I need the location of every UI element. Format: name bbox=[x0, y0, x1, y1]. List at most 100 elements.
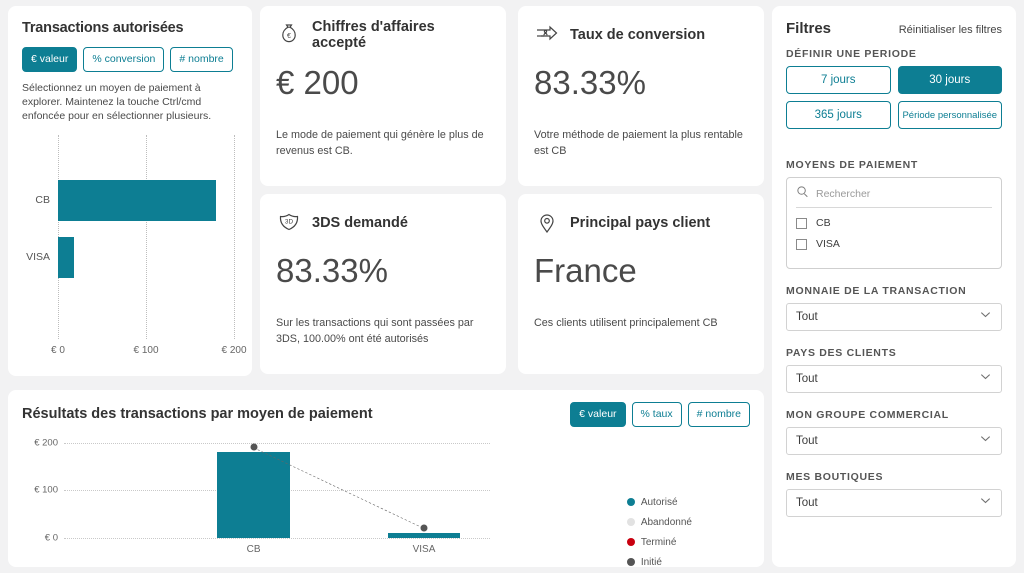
transaction-results-header: Résultats des transactions par moyen de … bbox=[22, 402, 750, 427]
initiated-trend-line bbox=[64, 443, 490, 538]
money-bag-icon: € bbox=[276, 22, 302, 48]
payment-method-option-cb[interactable]: CB bbox=[796, 217, 992, 229]
kpi-3ds-title: 3DS demandé bbox=[312, 215, 408, 231]
currency-select[interactable]: Tout bbox=[786, 303, 1002, 331]
checkbox-visa[interactable] bbox=[796, 238, 807, 250]
payment-methods-label: MOYENS DE PAIEMENT bbox=[786, 159, 919, 171]
toggle-value[interactable]: € valeur bbox=[22, 47, 78, 72]
kpi-card-conversion: Taux de conversion 83.33% Votre méthode … bbox=[518, 6, 764, 186]
kpi-revenue-description: Le mode de paiement qui génère le plus d… bbox=[276, 129, 484, 157]
results-metric-toggle-group: € valeur % taux # nombre bbox=[570, 402, 750, 427]
chart-legend: Autorisé Abandonné Terminé Initié bbox=[626, 496, 692, 573]
kpi-country-header: Principal pays client bbox=[534, 208, 748, 238]
payment-methods-search-placeholder: Rechercher bbox=[816, 188, 871, 200]
xlabel-cb: CB bbox=[246, 543, 261, 555]
gridline-200 bbox=[234, 135, 235, 340]
currency-select-value: Tout bbox=[796, 311, 818, 323]
period-section-label: DÉFINIR UNE PERIODE bbox=[786, 48, 917, 60]
toggle-count[interactable]: # nombre bbox=[170, 47, 233, 72]
payment-method-option-visa[interactable]: VISA bbox=[796, 238, 992, 250]
kpi-revenue-value: € 200 bbox=[276, 64, 359, 101]
datapoint-initiated-visa[interactable] bbox=[420, 524, 428, 532]
xtick-100: € 100 bbox=[133, 345, 159, 357]
ytick-0: € 0 bbox=[44, 532, 58, 543]
transaction-results-card: Résultats des transactions par moyen de … bbox=[8, 390, 764, 568]
legend-label-completed: Terminé bbox=[640, 536, 677, 548]
payment-method-label-cb: CB bbox=[816, 217, 831, 229]
kpi-conversion-value: 83.33% bbox=[534, 64, 646, 101]
hbar-fill-visa bbox=[58, 237, 74, 278]
client-country-select-value: Tout bbox=[796, 373, 818, 385]
kpi-conversion-description: Votre méthode de paiement la plus rentab… bbox=[534, 129, 743, 157]
shops-select-value: Tout bbox=[796, 497, 818, 509]
legend-label-authorized: Autorisé bbox=[640, 496, 678, 508]
period-365-days[interactable]: 365 jours bbox=[786, 101, 891, 129]
period-button-group: 7 jours 30 jours 365 jours Période perso… bbox=[786, 66, 1002, 129]
legend-item-completed[interactable]: Terminé bbox=[626, 536, 692, 548]
toggle-conversion[interactable]: % conversion bbox=[83, 47, 165, 72]
authorized-transactions-chart: CB VISA € 0 € 100 € 200 bbox=[22, 135, 247, 365]
hbar-label-cb: CB bbox=[35, 194, 50, 207]
map-pin-icon bbox=[534, 210, 560, 236]
chevron-down-icon bbox=[979, 308, 992, 326]
hbar-row-visa[interactable]: VISA bbox=[26, 237, 234, 278]
results-toggle-value[interactable]: € valeur bbox=[570, 402, 626, 427]
legend-item-abandoned[interactable]: Abandonné bbox=[626, 516, 692, 528]
dashboard-page: Transactions autorisées € valeur % conve… bbox=[0, 0, 1024, 573]
search-icon bbox=[796, 185, 809, 203]
kpi-country-title: Principal pays client bbox=[570, 215, 711, 231]
svg-text:€: € bbox=[287, 33, 291, 40]
commercial-group-label: MON GROUPE COMMERCIAL bbox=[786, 409, 949, 421]
client-country-select[interactable]: Tout bbox=[786, 365, 1002, 393]
kpi-card-3ds: 3D 3DS demandé 83.33% Sur les transactio… bbox=[260, 194, 506, 374]
period-7-days[interactable]: 7 jours bbox=[786, 66, 891, 94]
filters-title: Filtres bbox=[786, 20, 832, 37]
hbar-fill-cb bbox=[58, 179, 217, 221]
legend-dot-authorized bbox=[626, 498, 635, 506]
shops-label: MES BOUTIQUES bbox=[786, 471, 884, 483]
period-custom[interactable]: Période personnalisée bbox=[897, 101, 1002, 129]
kpi-card-revenue: € Chiffres d'affaires accepté € 200 Le m… bbox=[260, 6, 506, 186]
hbar-label-visa: VISA bbox=[26, 251, 50, 264]
commercial-group-select[interactable]: Tout bbox=[786, 427, 1002, 455]
kpi-3ds-value: 83.33% bbox=[276, 252, 388, 289]
kpi-3ds-header: 3D 3DS demandé bbox=[276, 208, 490, 238]
hbar-row-cb[interactable]: CB bbox=[35, 179, 234, 221]
authorized-transactions-card: Transactions autorisées € valeur % conve… bbox=[8, 6, 252, 376]
filters-panel: Filtres Réinitialiser les filtres DÉFINI… bbox=[772, 6, 1016, 567]
period-30-days[interactable]: 30 jours bbox=[897, 66, 1002, 94]
vplot-area: € 200 € 100 € 0 CB VISA bbox=[34, 437, 490, 555]
commercial-group-select-value: Tout bbox=[796, 435, 818, 447]
kpi-revenue-title: Chiffres d'affaires accepté bbox=[312, 19, 435, 51]
legend-item-authorized[interactable]: Autorisé bbox=[626, 496, 692, 508]
checkbox-cb[interactable] bbox=[796, 217, 807, 229]
legend-item-initiated[interactable]: Initié bbox=[626, 556, 692, 568]
kpi-card-country: Principal pays client France Ces clients… bbox=[518, 194, 764, 374]
payment-method-label-visa: VISA bbox=[816, 238, 840, 250]
legend-label-abandoned: Abandonné bbox=[640, 516, 692, 528]
hbar-x-axis: € 0 € 100 € 200 bbox=[51, 345, 246, 361]
legend-dot-abandoned bbox=[626, 518, 635, 526]
authorized-transactions-hint: Sélectionnez un moyen de paiement à expl… bbox=[22, 81, 212, 122]
payment-methods-search-row[interactable]: Rechercher bbox=[796, 185, 992, 208]
shops-select[interactable]: Tout bbox=[786, 489, 1002, 517]
kpi-conversion-title: Taux de conversion bbox=[570, 27, 706, 43]
legend-label-initiated: Initié bbox=[640, 556, 662, 568]
kpi-conversion-header: Taux de conversion bbox=[534, 20, 748, 50]
results-toggle-count[interactable]: # nombre bbox=[687, 402, 750, 427]
kpi-country-value: France bbox=[534, 252, 637, 289]
results-toggle-rate[interactable]: % taux bbox=[631, 402, 682, 427]
client-country-label: PAYS DES CLIENTS bbox=[786, 347, 897, 359]
reset-filters-link[interactable]: Réinitialiser les filtres bbox=[899, 24, 1002, 36]
legend-dot-completed bbox=[626, 538, 635, 546]
authorized-transactions-title: Transactions autorisées bbox=[22, 20, 184, 36]
authorized-metric-toggle-group: € valeur % conversion # nombre bbox=[22, 47, 238, 72]
payment-methods-listbox: Rechercher CB VISA bbox=[786, 177, 1002, 269]
chevron-down-icon bbox=[979, 370, 992, 388]
shield-3d-icon: 3D bbox=[276, 210, 302, 236]
transaction-results-title: Résultats des transactions par moyen de … bbox=[22, 406, 373, 423]
datapoint-initiated-cb[interactable] bbox=[250, 443, 258, 451]
transaction-results-chart: € 200 € 100 € 0 CB VISA Autorisé Abandon… bbox=[22, 435, 750, 568]
kpi-country-description: Ces clients utilisent principalement CB bbox=[534, 317, 718, 329]
xtick-200: € 200 bbox=[221, 345, 247, 357]
